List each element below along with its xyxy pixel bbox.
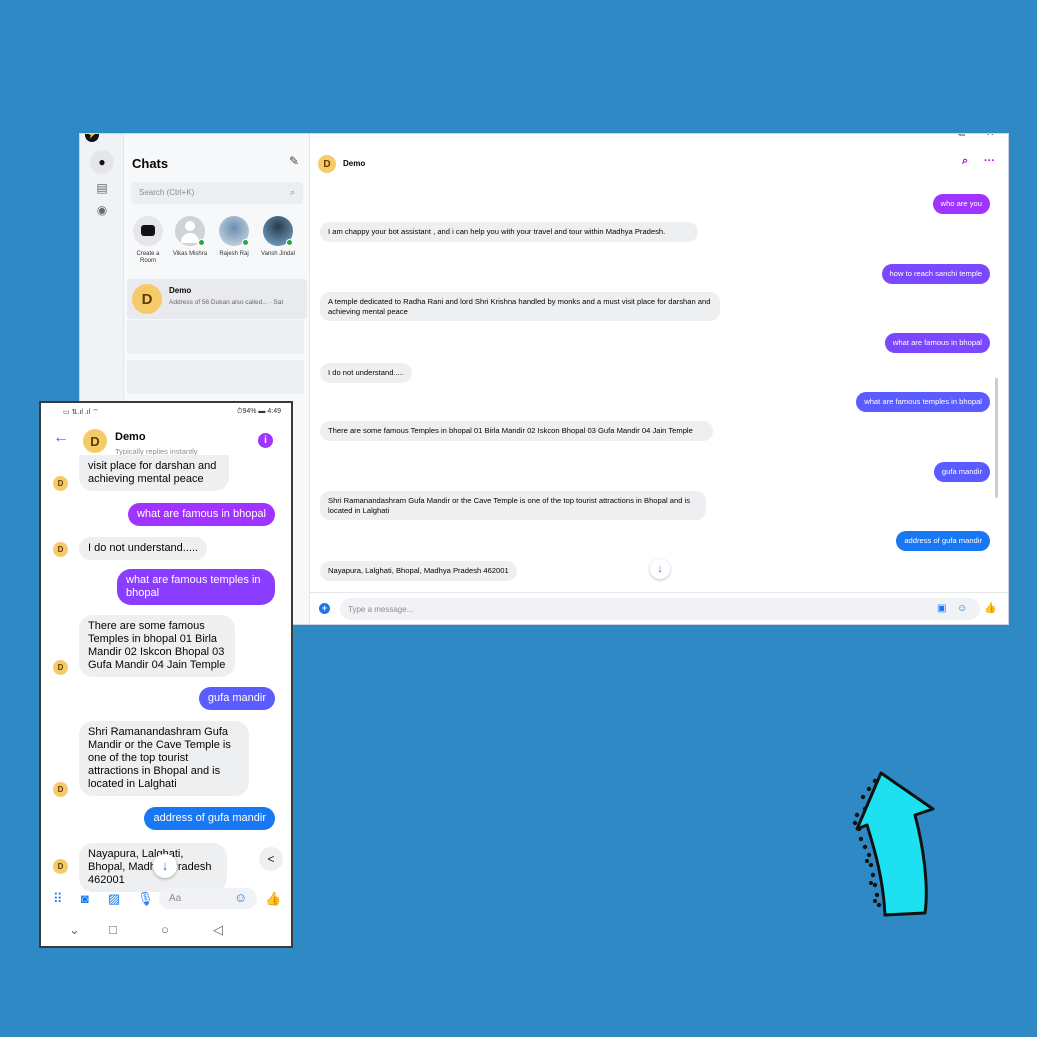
message-out: who are you [932,194,990,214]
scroll-down-arrow-icon[interactable]: ↓ [650,559,670,579]
message-in: visit place for darshan and achieving me… [79,455,229,491]
message-out: gufa mandir [933,462,990,482]
search-icon[interactable]: ⌕ [962,155,968,168]
message-out: what are famous temples in bhopal [117,569,275,605]
message-in: There are some famous Temples in bhopal … [320,421,713,441]
story-label: Create a Room [136,251,160,264]
conversation-preview: Address of 56 Dukan also called... · Sat [169,299,284,306]
message-list: who are you I am chappy your bot assista… [310,178,1000,590]
battery-time: ⏱94% ▬ 4:49 [237,408,281,415]
chat-title[interactable]: Demo [115,431,146,443]
chevron-down-icon[interactable]: ⌄ [69,922,80,938]
close-icon[interactable]: ✕ [986,134,994,139]
more-options-icon[interactable]: ··· [984,155,995,167]
message-out: address of gufa mandir [144,807,275,830]
signal-indicators: ▭ ⇅.ıl .ıl ⌔ [63,409,99,416]
avatar: D [83,429,107,453]
message-composer: + Type a message... ▣ ☺ 👍 [310,592,1008,624]
message-input[interactable]: Type a message... [340,598,980,620]
message-out: how to reach sanchi temple [881,264,990,284]
message-in: Nayapura, Lalghati, Bhopal, Madhya Prade… [320,561,517,581]
chats-nav-icon[interactable]: ● [90,150,114,174]
curved-up-arrow-icon [852,771,935,917]
conversation-placeholder [127,320,304,354]
message-in: I am chappy your bot assistant , and i c… [320,222,698,242]
avatar: D [318,155,336,173]
avatar: D [53,859,68,874]
avatar [263,216,293,246]
avatar [219,216,249,246]
back-triangle-icon[interactable]: ◁ [213,922,223,938]
message-out: what are famous in bhopal [127,503,275,526]
back-arrow-icon[interactable]: ← [53,429,69,447]
message-placeholder: Aa [169,893,182,904]
home-circle-icon[interactable]: ○ [161,922,169,937]
message-out: gufa mandir [198,687,275,710]
like-icon[interactable]: 👍 [984,603,996,614]
conversation-placeholder [127,360,304,394]
message-in: A temple dedicated to Radha Rani and lor… [320,292,720,321]
message-out: what are famous in bhopal [884,333,990,353]
conversation-name: Demo [169,286,192,295]
apps-grid-icon[interactable]: ⠿ [53,891,63,907]
message-in: Shri Ramanandashram Gufa Mandir or the C… [320,491,706,520]
chat-panel: – ⧉ ✕ D Demo ⌕ ··· who are you I am chap… [310,134,1008,624]
recents-square-icon[interactable]: □ [109,922,117,937]
video-room-icon [133,216,163,246]
conversation-item-demo[interactable]: D Demo Address of 56 Dukan also called..… [127,279,307,319]
marketplace-nav-icon[interactable]: ▤ [90,176,114,200]
requests-nav-icon[interactable]: ◉ [90,198,114,222]
story-label: Rajesh Raj [219,251,249,257]
avatar: D [132,284,162,314]
like-icon[interactable]: 👍 [265,891,281,907]
status-bar: ▭ ⇅.ıl .ıl ⌔ ⏱94% ▬ 4:49 [41,403,291,421]
scrollbar[interactable] [995,378,998,498]
message-out: what are famous temples in bhopal [856,392,990,412]
minimize-icon[interactable]: – [932,134,938,139]
phone-composer: ⠿ ◙ ▨ 🎙 Aa ☺ 👍 [41,883,291,913]
story-label: Vikas Mishra [172,251,208,257]
story-rajesh[interactable]: Rajesh Raj [214,216,254,258]
message-in: I do not understand..... [320,363,412,383]
avatar: D [53,660,68,675]
avatar [175,216,205,246]
search-input[interactable]: Search (Ctrl+K) ⌕ [131,182,303,204]
avatar: D [53,782,68,797]
search-placeholder: Search (Ctrl+K) [139,188,195,197]
scroll-down-arrow-icon[interactable]: ↓ [153,854,177,878]
chat-title[interactable]: Demo [343,159,365,168]
messenger-logo-icon: ⚡ [85,134,99,142]
avatar: D [53,476,68,491]
story-label: Vansh Jindal [261,251,295,257]
story-vansh[interactable]: Vansh Jindal [258,216,298,258]
emoji-icon[interactable]: ☺ [957,603,967,614]
emoji-icon[interactable]: ☺ [234,890,247,905]
message-in: I do not understand..... [79,537,208,560]
message-placeholder: Type a message... [348,605,414,614]
sidebar-title: Chats [132,156,169,171]
story-vikas[interactable]: Vikas Mishra [170,216,210,258]
camera-icon[interactable]: ◙ [81,891,89,906]
share-icon[interactable]: < [259,847,283,871]
story-create-room[interactable]: Create a Room [128,216,168,265]
avatar: D [53,542,68,557]
info-icon[interactable]: i [258,433,273,448]
message-out: address of gufa mandir [896,531,990,551]
gallery-icon[interactable]: ▨ [108,891,120,907]
message-in: Shri Ramanandashram Gufa Mandir or the C… [79,721,249,796]
message-in: There are some famous Temples in bhopal … [79,615,235,677]
maximize-icon[interactable]: ⧉ [958,134,965,139]
sticker-icon[interactable]: ▣ [937,603,946,614]
compose-icon[interactable]: ✎ [289,154,299,168]
add-attachment-icon[interactable]: + [319,603,330,614]
android-nav-bar: ⌄ □ ○ ◁ [41,915,291,946]
search-icon: ⌕ [289,187,295,197]
phone-messenger-screen: ▭ ⇅.ıl .ıl ⌔ ⏱94% ▬ 4:49 ← D Demo Typica… [39,401,293,948]
microphone-icon[interactable]: 🎙 [137,891,154,907]
